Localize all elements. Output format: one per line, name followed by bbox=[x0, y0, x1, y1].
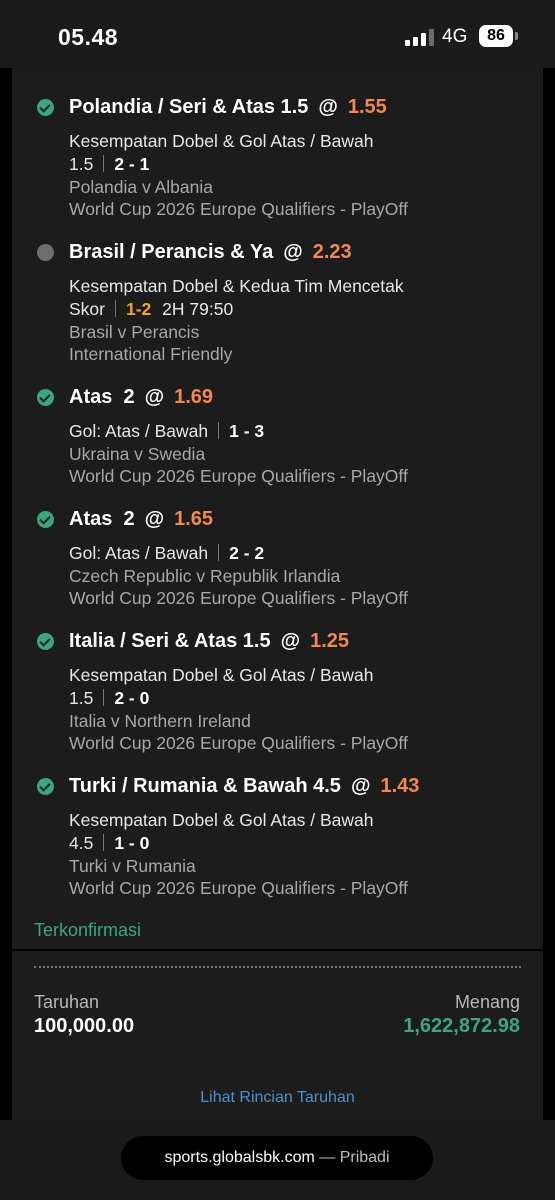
bet-selection: Polandia / Seri & Atas 1.5 @1.55 bbox=[69, 96, 387, 118]
bet-market: Kesempatan Dobel & Gol Atas / Bawah bbox=[69, 810, 374, 830]
signal-strength-icon bbox=[405, 29, 435, 46]
competition-name: World Cup 2026 Europe Qualifiers - PlayO… bbox=[69, 588, 408, 608]
url-text: sports.globalsbk.com bbox=[164, 1149, 315, 1166]
match-score: 2 - 2 bbox=[229, 543, 265, 563]
bet-market-score: Gol: Atas / Bawah 2 - 2 bbox=[69, 543, 265, 563]
win-value: 1,622,872.98 bbox=[403, 1015, 520, 1037]
win-label: Menang bbox=[454, 992, 520, 1012]
match-name: Polandia v Albania bbox=[69, 177, 213, 197]
bet-selection: Turki / Rumania & Bawah 4.5 @1.43 bbox=[69, 775, 420, 797]
stake-label: Taruhan bbox=[34, 992, 100, 1012]
stake-value: 100,000.00 bbox=[34, 1015, 135, 1037]
bet-odds: 1.65 bbox=[174, 508, 214, 530]
confirmed-status: Terkonfirmasi bbox=[34, 920, 142, 940]
battery-icon: 86 bbox=[479, 25, 513, 47]
network-type: 4G bbox=[442, 26, 468, 47]
bet-selection: Atas 2 @1.69 bbox=[69, 386, 214, 408]
live-score: 1-2 bbox=[125, 299, 152, 319]
bet-market-score: Skor 1-2 2H 79:50 bbox=[69, 299, 234, 319]
bet-odds: 2.23 bbox=[312, 241, 352, 263]
battery-tip bbox=[515, 32, 518, 40]
section-divider bbox=[0, 949, 555, 951]
private-mode-label: — Pribadi bbox=[314, 1149, 390, 1166]
check-circle-icon bbox=[37, 389, 54, 406]
live-time: 2H 79:50 bbox=[162, 299, 234, 319]
match-score: 2 - 0 bbox=[114, 688, 150, 708]
clock: 05.48 bbox=[58, 24, 119, 50]
bet-market: Kesempatan Dobel & Kedua Tim Mencetak bbox=[69, 276, 404, 296]
view-bet-details-link[interactable]: Lihat Rincian Taruhan bbox=[0, 1089, 555, 1107]
check-circle-icon bbox=[37, 778, 54, 795]
match-name: Turki v Rumania bbox=[69, 856, 196, 876]
match-score: 2 - 1 bbox=[114, 154, 150, 174]
bet-market-score: 1.5 2 - 0 bbox=[69, 688, 150, 708]
bet-market-score: 4.5 1 - 0 bbox=[69, 833, 150, 853]
competition-name: World Cup 2026 Europe Qualifiers - PlayO… bbox=[69, 466, 408, 486]
bet-market: Kesempatan Dobel & Gol Atas / Bawah bbox=[69, 131, 374, 151]
address-bar[interactable]: sports.globalsbk.com — Pribadi bbox=[121, 1136, 433, 1180]
status-bar: 05.48 4G 86 bbox=[0, 0, 555, 68]
bet-odds: 1.25 bbox=[310, 630, 350, 652]
competition-name: World Cup 2026 Europe Qualifiers - PlayO… bbox=[69, 733, 408, 753]
bet-selection: Atas 2 @1.65 bbox=[69, 508, 214, 530]
pending-circle-icon bbox=[37, 244, 54, 261]
competition-name: International Friendly bbox=[69, 344, 233, 364]
bet-odds: 1.43 bbox=[380, 775, 420, 797]
match-name: Ukraina v Swedia bbox=[69, 444, 206, 464]
dotted-separator bbox=[34, 966, 521, 968]
bet-odds: 1.55 bbox=[347, 96, 387, 118]
check-circle-icon bbox=[37, 99, 54, 116]
bet-market: Kesempatan Dobel & Gol Atas / Bawah bbox=[69, 665, 374, 685]
bet-market-score: Gol: Atas / Bawah 1 - 3 bbox=[69, 421, 265, 441]
competition-name: World Cup 2026 Europe Qualifiers - PlayO… bbox=[69, 878, 408, 898]
bet-odds: 1.69 bbox=[174, 386, 214, 408]
match-name: Brasil v Perancis bbox=[69, 322, 200, 342]
competition-name: World Cup 2026 Europe Qualifiers - PlayO… bbox=[69, 199, 408, 219]
match-score: 1 - 0 bbox=[114, 833, 150, 853]
bet-selection: Brasil / Perancis & Ya @2.23 bbox=[69, 241, 352, 263]
check-circle-icon bbox=[37, 633, 54, 650]
match-score: 1 - 3 bbox=[229, 421, 265, 441]
bet-selection: Italia / Seri & Atas 1.5 @1.25 bbox=[69, 630, 350, 652]
bet-market-score: 1.5 2 - 1 bbox=[69, 154, 150, 174]
check-circle-icon bbox=[37, 511, 54, 528]
match-name: Czech Republic v Republik Irlandia bbox=[69, 566, 341, 586]
match-name: Italia v Northern Ireland bbox=[69, 711, 251, 731]
